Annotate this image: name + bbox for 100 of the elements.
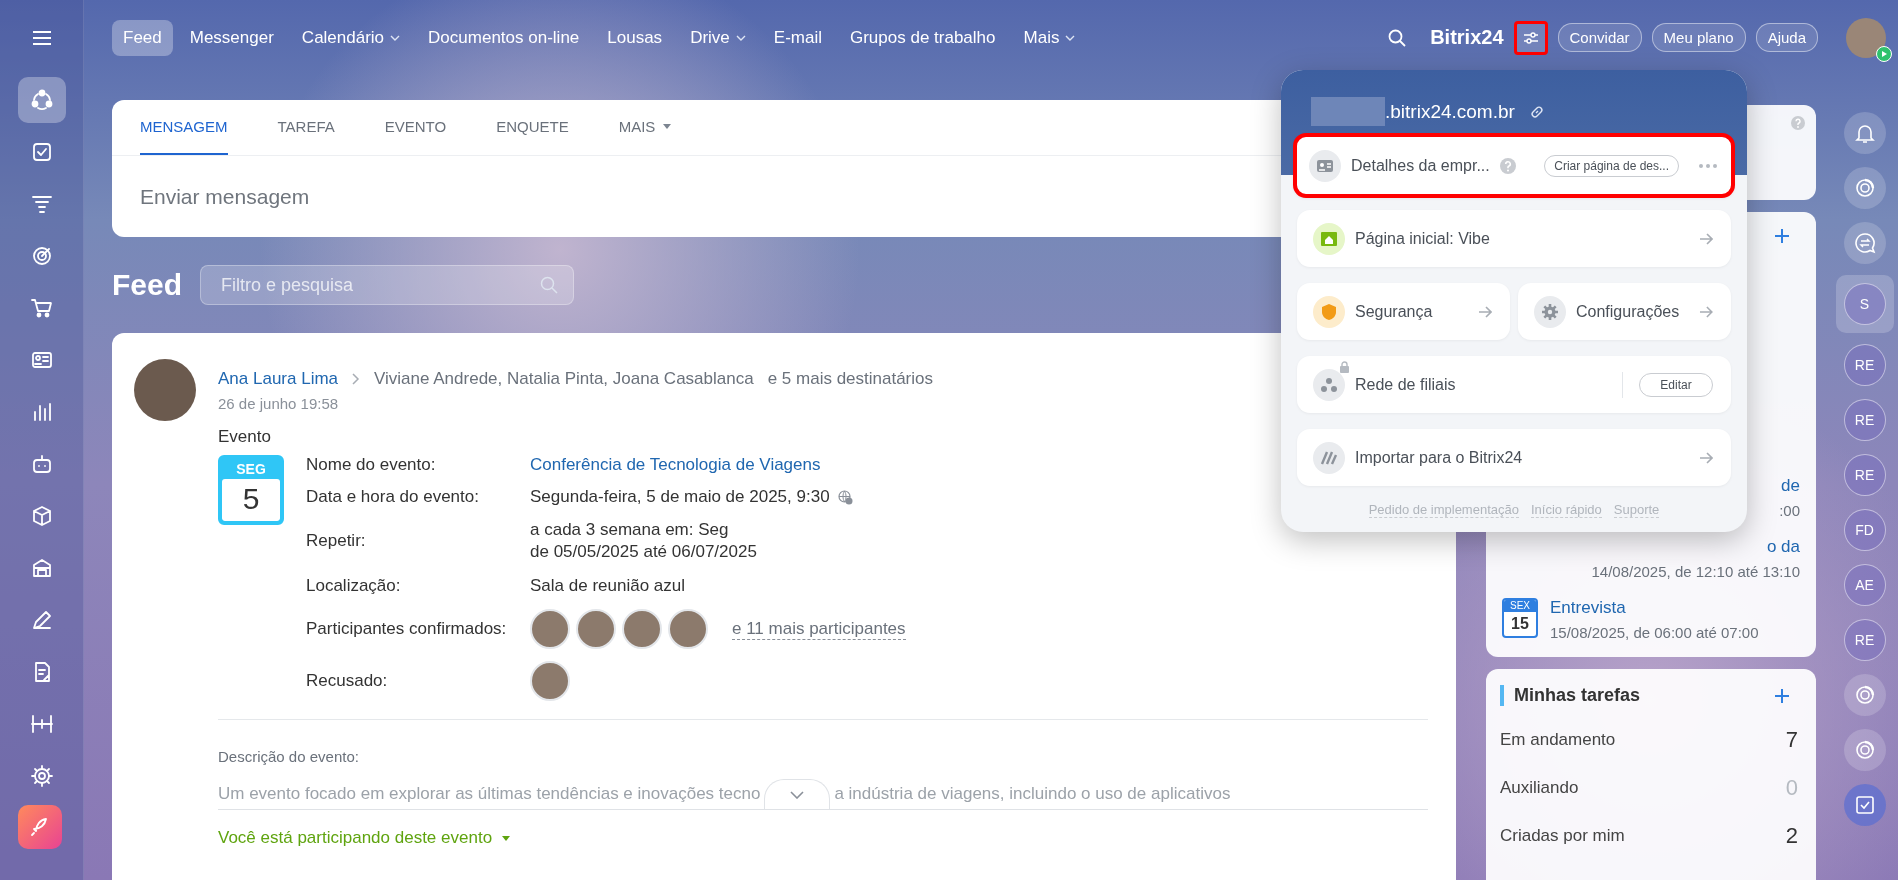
field-label: Repetir: [306,531,367,552]
card-button[interactable]: Criar página de des... [1544,154,1679,177]
event-title-link[interactable]: Entrevista [1550,598,1800,618]
sliders-icon [1522,30,1539,45]
participant-photo-placeholder[interactable] [576,609,616,650]
chevron-down-icon [735,34,746,41]
more-recipients-link[interactable]: e 5 mais destinatários [767,369,934,389]
caret-icon [663,124,672,129]
chat-avatar[interactable]: FD [1843,509,1886,551]
task-count: 7 [1785,727,1798,753]
field-label: Localização: [306,576,402,597]
composer-tab[interactable]: TAREFA [277,100,335,155]
post-date: 26 de junho 19:58 [218,395,340,412]
notifications-button[interactable] [1843,112,1886,154]
card-label: Rede de filiais [1355,375,1456,394]
field-label: Nome do evento: [306,455,437,475]
settings-card[interactable]: Importar para o Bitrix24 [1297,429,1731,486]
nav-tab[interactable]: Feed [112,19,173,56]
chevron-right-icon [352,373,361,385]
arrow-right-icon[interactable] [1699,232,1713,245]
nav-tab[interactable]: Mais [1012,19,1087,56]
header-button[interactable]: Meu plano [1651,23,1746,52]
nav-tab[interactable]: Calendário [290,19,412,56]
user-avatar[interactable] [1846,17,1886,58]
card-label: Configurações [1576,302,1680,321]
participant-photo-placeholder[interactable] [622,609,662,650]
chevron-down-icon [390,34,401,41]
field-value: Segunda-feira, 5 de maio de 2025, 9:30 [530,487,830,507]
card-label: Importar para o Bitrix24 [1355,448,1523,467]
event-title-link[interactable]: de [1781,476,1800,496]
settings-button[interactable] [1513,20,1548,55]
more-participants-link[interactable]: e 11 mais participantes [732,618,906,640]
plus-icon[interactable] [1774,228,1790,244]
settings-card[interactable]: Rede de filiais Editar [1297,356,1731,413]
participant-photo-placeholder[interactable] [668,609,708,650]
task-category-label[interactable]: Criadas por mim [1500,826,1625,846]
bell-icon [1853,122,1876,144]
slashes-icon [1320,450,1338,465]
assistant-button[interactable] [1843,167,1886,209]
settings-card[interactable]: Configurações [1518,283,1731,340]
chat-avatar[interactable]: RE [1843,344,1886,386]
spiral-icon [1853,684,1876,706]
event-time: :00 [1779,502,1800,519]
chat-avatar[interactable]: S [1843,283,1886,325]
task-count: 2 [1785,823,1798,849]
composer-tab[interactable]: ENQUETE [496,100,569,155]
arrow-right-icon[interactable] [1478,305,1492,318]
header-button[interactable]: Ajuda [1755,23,1818,52]
chevron-down-icon [1065,34,1076,41]
search-icon[interactable] [1388,28,1407,47]
composer-tab[interactable]: MAIS [618,100,672,155]
chat-avatar[interactable]: RE [1843,619,1886,661]
settings-card[interactable]: Detalhes da empr... Criar página de des... [1293,133,1735,198]
event-name-link[interactable]: Conferência de Tecnologia de Viagens [530,455,821,475]
arrow-right-icon[interactable] [1699,305,1713,318]
arrow-right-icon[interactable] [1699,451,1713,464]
logo-text: Bitrix24 [1430,26,1504,49]
chat-avatar[interactable]: RE [1843,454,1886,496]
assistant-button[interactable] [1843,729,1886,771]
chat-button[interactable] [1843,222,1886,264]
feed-icon [29,88,54,112]
recipients-text: Viviane Andrede, Natalia Pinta, Joana Casablanca [374,369,754,389]
assistant-button[interactable] [1843,674,1886,716]
task-category-label[interactable]: Auxiliando [1500,778,1579,798]
settings-card[interactable]: Segurança [1297,283,1510,340]
composer-tab[interactable]: EVENTO [384,100,447,155]
card-button[interactable]: Editar [1639,372,1713,397]
header-button[interactable]: Convidar [1557,23,1642,52]
page-title: Feed [112,268,183,302]
plus-icon[interactable] [1774,687,1790,704]
participation-dropdown[interactable]: Você está participando deste evento [218,828,511,849]
participant-photo-placeholder[interactable] [530,609,570,650]
sidebar-item[interactable] [17,805,62,849]
participant-photo-placeholder[interactable] [530,661,570,702]
cart-icon [29,296,54,320]
widget-title: Minhas tarefas [1514,685,1641,706]
nav-tab[interactable]: Drive [679,19,757,56]
nav-tab[interactable]: Documentos on-line [417,19,591,56]
nav-tab[interactable]: Lousas [596,19,674,56]
task-count: 0 [1785,775,1798,801]
sidebar-item[interactable] [17,77,66,123]
chat-avatar[interactable]: RE [1843,399,1886,441]
tasks-button[interactable] [1843,784,1886,826]
chat-avatar[interactable]: AE [1843,564,1886,606]
settings-card[interactable]: Página inicial: Vibe [1297,210,1731,267]
ruler-icon [29,712,54,736]
nav-tab[interactable]: Grupos de trabalho [838,19,1007,56]
description-text: Um evento focado em explorar as últimas tendências e inovações tecno [218,784,761,805]
event-title-link[interactable]: o da [1766,537,1800,557]
lock-icon [1339,360,1350,374]
nav-tab[interactable]: Messenger [178,19,285,56]
calendar-date-icon: SEG 5 [218,455,284,525]
nav-tab[interactable]: E-mail [762,19,833,56]
author-link[interactable]: Ana Laura Lima [218,369,339,389]
menu-icon[interactable] [31,29,52,46]
composer-tab[interactable]: MENSAGEM [140,100,228,155]
globe-clock-icon [837,489,853,505]
link-icon[interactable] [1528,104,1545,120]
task-category-label[interactable]: Em andamento [1500,730,1616,750]
post-type-label: Evento [218,427,272,447]
